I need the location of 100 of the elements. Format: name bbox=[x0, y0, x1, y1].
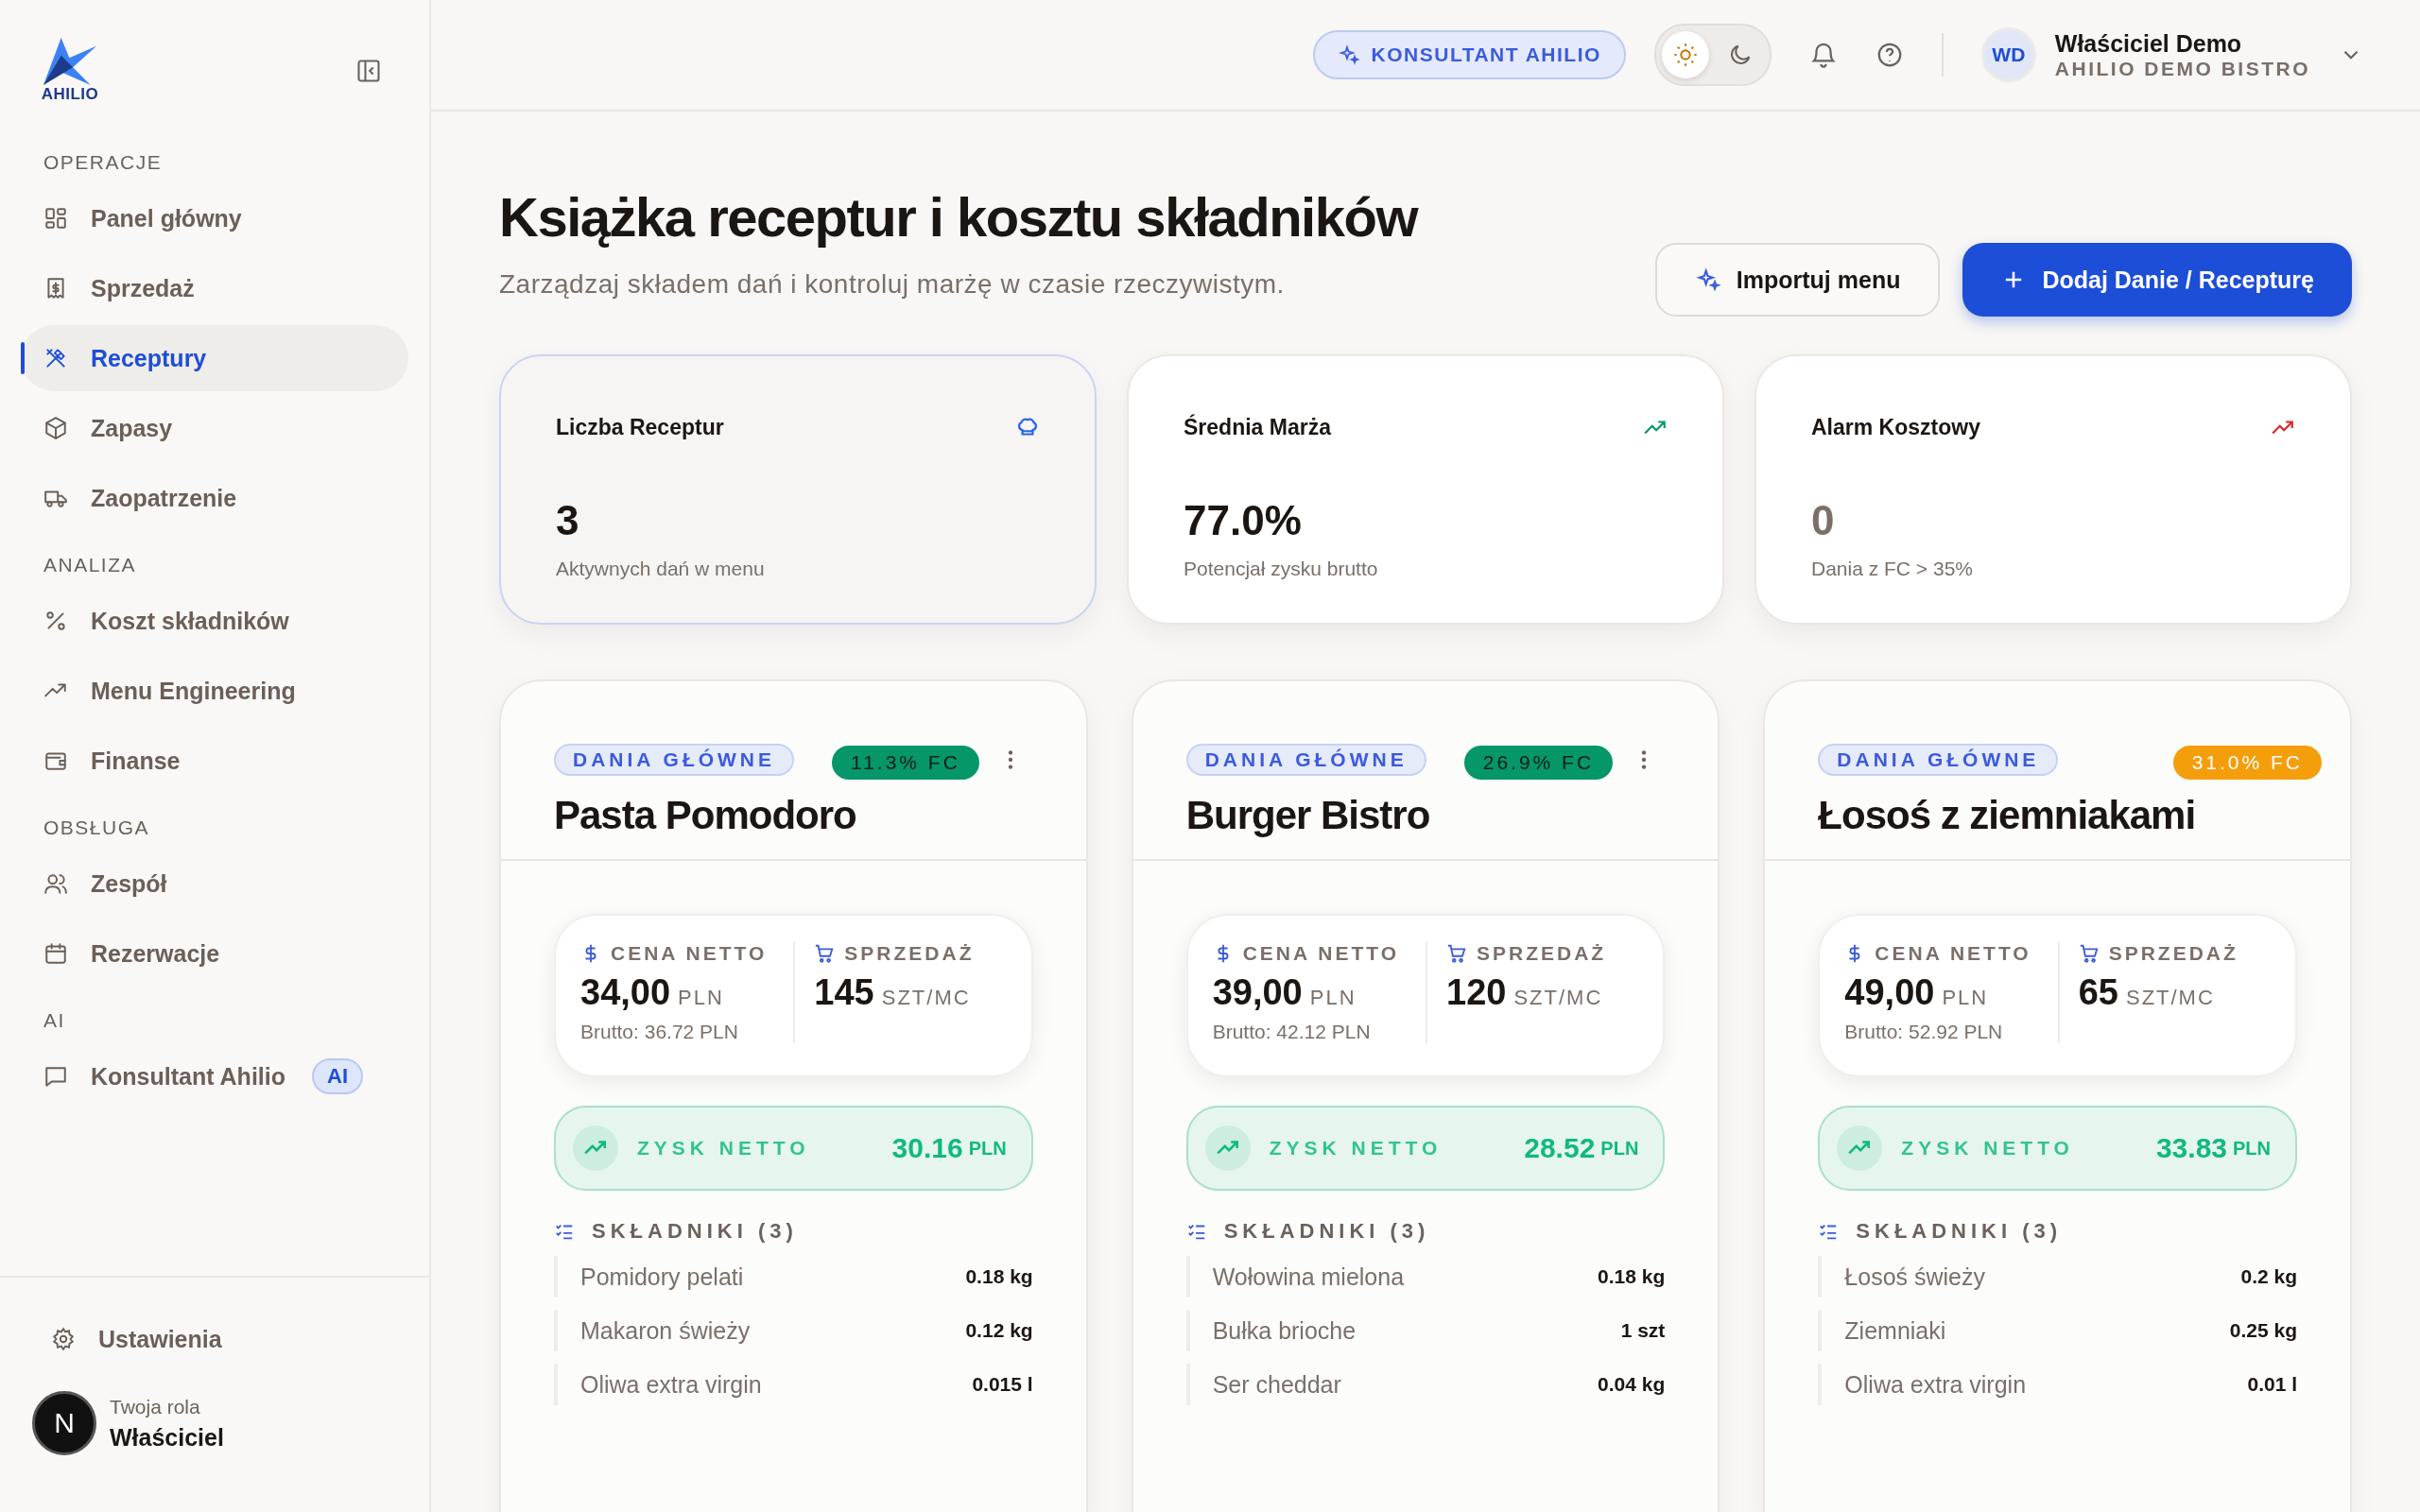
profit-label: ZYSK NETTO bbox=[637, 1137, 810, 1160]
add-recipe-button[interactable]: Dodaj Danie / Recepturę bbox=[1962, 243, 2352, 317]
stat-title: Liczba Receptur bbox=[556, 415, 724, 440]
light-theme-button[interactable] bbox=[1661, 31, 1709, 78]
sales-label: SPRZEDAŻ bbox=[2108, 942, 2238, 965]
nav-item[interactable]: Finanse bbox=[21, 728, 408, 794]
food-cost-badge: 31.0% FC bbox=[2172, 746, 2322, 780]
ingredients-heading: SKŁADNIKI (3) bbox=[592, 1219, 798, 1244]
ingredient-quantity: 1 szt bbox=[1620, 1319, 1666, 1342]
food-cost-badge: 11.3% FC bbox=[832, 746, 979, 780]
sales-label: SPRZEDAŻ bbox=[1477, 942, 1607, 965]
profit-label: ZYSK NETTO bbox=[1901, 1137, 2074, 1160]
user-avatar[interactable]: WD bbox=[1980, 27, 2036, 82]
ingredient-name: Bułka brioche bbox=[1212, 1316, 1357, 1345]
currency-unit: PLN bbox=[1600, 1137, 1639, 1160]
sparkles-icon bbox=[1694, 266, 1721, 293]
nav-item[interactable]: Menu Engineering bbox=[21, 658, 408, 724]
nav-section-title: OPERACJE bbox=[43, 150, 164, 175]
ingredient-quantity: 0.2 kg bbox=[2240, 1265, 2297, 1288]
user-name: Właściciel Demo bbox=[2054, 29, 2243, 58]
sun-icon bbox=[1671, 42, 1699, 68]
nav-item[interactable]: Zespół bbox=[21, 850, 408, 917]
role-value: Właściciel bbox=[110, 1423, 224, 1452]
stat-title: Średnia Marża bbox=[1184, 415, 1331, 440]
nav-item[interactable]: Zapasy bbox=[21, 395, 408, 461]
nav-item[interactable]: Sprzedaż bbox=[21, 255, 408, 321]
profit-label: ZYSK NETTO bbox=[1269, 1137, 1443, 1160]
ingredient-name: Ziemniaki bbox=[1844, 1316, 1946, 1345]
cart-icon bbox=[1446, 943, 1467, 964]
ingredient-name: Wołowina mielona bbox=[1212, 1263, 1405, 1291]
gross-price: Brutto: 36.72 PLN bbox=[580, 1021, 739, 1043]
stat-card[interactable]: Średnia Marża 77.0% Potencjał zysku brutto bbox=[1127, 354, 1724, 625]
net-profit: 30.16 bbox=[891, 1132, 963, 1164]
ingredients-heading: SKŁADNIKI (3) bbox=[1856, 1219, 2063, 1244]
category-tag: DANIA GŁÓWNE bbox=[554, 744, 795, 776]
page-subtitle: Zarządzaj składem dań i kontroluj marżę w czasie rzeczywistym. bbox=[499, 269, 1286, 300]
nav-item[interactable]: Rezerwacje bbox=[21, 920, 408, 987]
ingredient-quantity: 0.18 kg bbox=[1598, 1265, 1666, 1288]
gross-price: Brutto: 42.12 PLN bbox=[1212, 1021, 1372, 1043]
currency-unit: PLN bbox=[1309, 986, 1357, 1010]
ai-badge: AI bbox=[312, 1058, 363, 1094]
assistant-button[interactable]: KONSULTANT AHILIO bbox=[1312, 30, 1626, 79]
ingredient-name: Oliwa extra virgin bbox=[580, 1370, 762, 1399]
stat-value: 0 bbox=[1811, 497, 1836, 544]
ingredient-quantity: 0.25 kg bbox=[2229, 1319, 2297, 1342]
stat-caption: Aktywnych dań w menu bbox=[556, 558, 766, 580]
recipe-name: Łosoś z ziemniakami bbox=[1818, 793, 2197, 838]
settings-link[interactable]: Ustawienia bbox=[26, 1306, 403, 1372]
nav-section-title: OBSŁUGA bbox=[43, 816, 151, 840]
stat-caption: Dania z FC > 35% bbox=[1811, 558, 1974, 580]
nav-section-title: ANALIZA bbox=[43, 553, 138, 577]
sales-unit: SZT/MC bbox=[1513, 986, 1603, 1010]
settings-icon bbox=[51, 1327, 76, 1351]
net-profit: 33.83 bbox=[2155, 1132, 2227, 1164]
stat-card[interactable]: Alarm Kosztowy 0 Dania z FC > 35% bbox=[1754, 354, 2352, 625]
nav-item[interactable]: Receptury bbox=[21, 325, 408, 391]
net-profit: 28.52 bbox=[1524, 1132, 1596, 1164]
recipe-name: Pasta Pomodoro bbox=[554, 793, 857, 838]
ingredient-quantity: 0.04 kg bbox=[1598, 1373, 1666, 1396]
currency-unit: PLN bbox=[1942, 986, 1989, 1010]
bird-logo-icon bbox=[43, 38, 96, 85]
ingredients-heading: SKŁADNIKI (3) bbox=[1223, 1219, 1430, 1244]
ingredient-quantity: 0.12 kg bbox=[965, 1319, 1033, 1342]
dev-tools-badge[interactable]: N bbox=[32, 1391, 96, 1455]
stat-caption: Potencjał zysku brutto bbox=[1184, 558, 1379, 580]
stat-card[interactable]: Liczba Receptur 3 Aktywnych dań w menu bbox=[499, 354, 1097, 625]
sales-unit: SZT/MC bbox=[881, 986, 971, 1010]
price-label: CENA NETTO bbox=[1242, 942, 1399, 965]
currency-unit: PLN bbox=[678, 986, 724, 1010]
sidebar-collapse-icon[interactable] bbox=[355, 58, 382, 84]
stat-title: Alarm Kosztowy bbox=[1811, 415, 1980, 440]
stat-value: 77.0% bbox=[1184, 497, 1303, 544]
category-tag: DANIA GŁÓWNE bbox=[1818, 744, 2059, 776]
net-price: 49,00 bbox=[1844, 972, 1935, 1013]
ingredient-name: Ser cheddar bbox=[1212, 1370, 1341, 1399]
page-title: Książka receptur i kosztu składników bbox=[499, 185, 1418, 249]
logo-text: AHILIO bbox=[41, 85, 99, 104]
ingredient-quantity: 0.015 l bbox=[972, 1373, 1033, 1396]
ingredient-quantity: 0.18 kg bbox=[965, 1265, 1033, 1288]
category-tag: DANIA GŁÓWNE bbox=[1185, 744, 1426, 776]
cart-icon bbox=[2078, 943, 2100, 964]
price-label: CENA NETTO bbox=[611, 942, 768, 965]
nav-item[interactable]: Koszt składników bbox=[21, 588, 408, 654]
ingredient-name: Makaron świeży bbox=[580, 1316, 751, 1345]
currency-unit: PLN bbox=[968, 1137, 1007, 1160]
net-price: 39,00 bbox=[1212, 972, 1303, 1013]
stat-value: 3 bbox=[556, 497, 580, 544]
net-price: 34,00 bbox=[580, 972, 671, 1013]
trend-up-icon bbox=[573, 1125, 618, 1171]
nav-item[interactable]: Konsultant Ahilio AI bbox=[21, 1043, 408, 1109]
nav-item[interactable]: Panel główny bbox=[21, 185, 408, 251]
sales-label: SPRZEDAŻ bbox=[844, 942, 975, 965]
price-label: CENA NETTO bbox=[1875, 942, 2031, 965]
nav-section-title: AI bbox=[43, 1008, 66, 1033]
sales-unit: SZT/MC bbox=[2125, 986, 2215, 1010]
food-cost-badge: 26.9% FC bbox=[1463, 746, 1614, 780]
role-label: Twoja rola bbox=[110, 1395, 201, 1418]
import-menu-button[interactable]: Importuj menu bbox=[1654, 243, 1941, 317]
monthly-sales: 145 bbox=[814, 972, 874, 1013]
nav-item[interactable]: Zaopatrzenie bbox=[21, 465, 408, 531]
